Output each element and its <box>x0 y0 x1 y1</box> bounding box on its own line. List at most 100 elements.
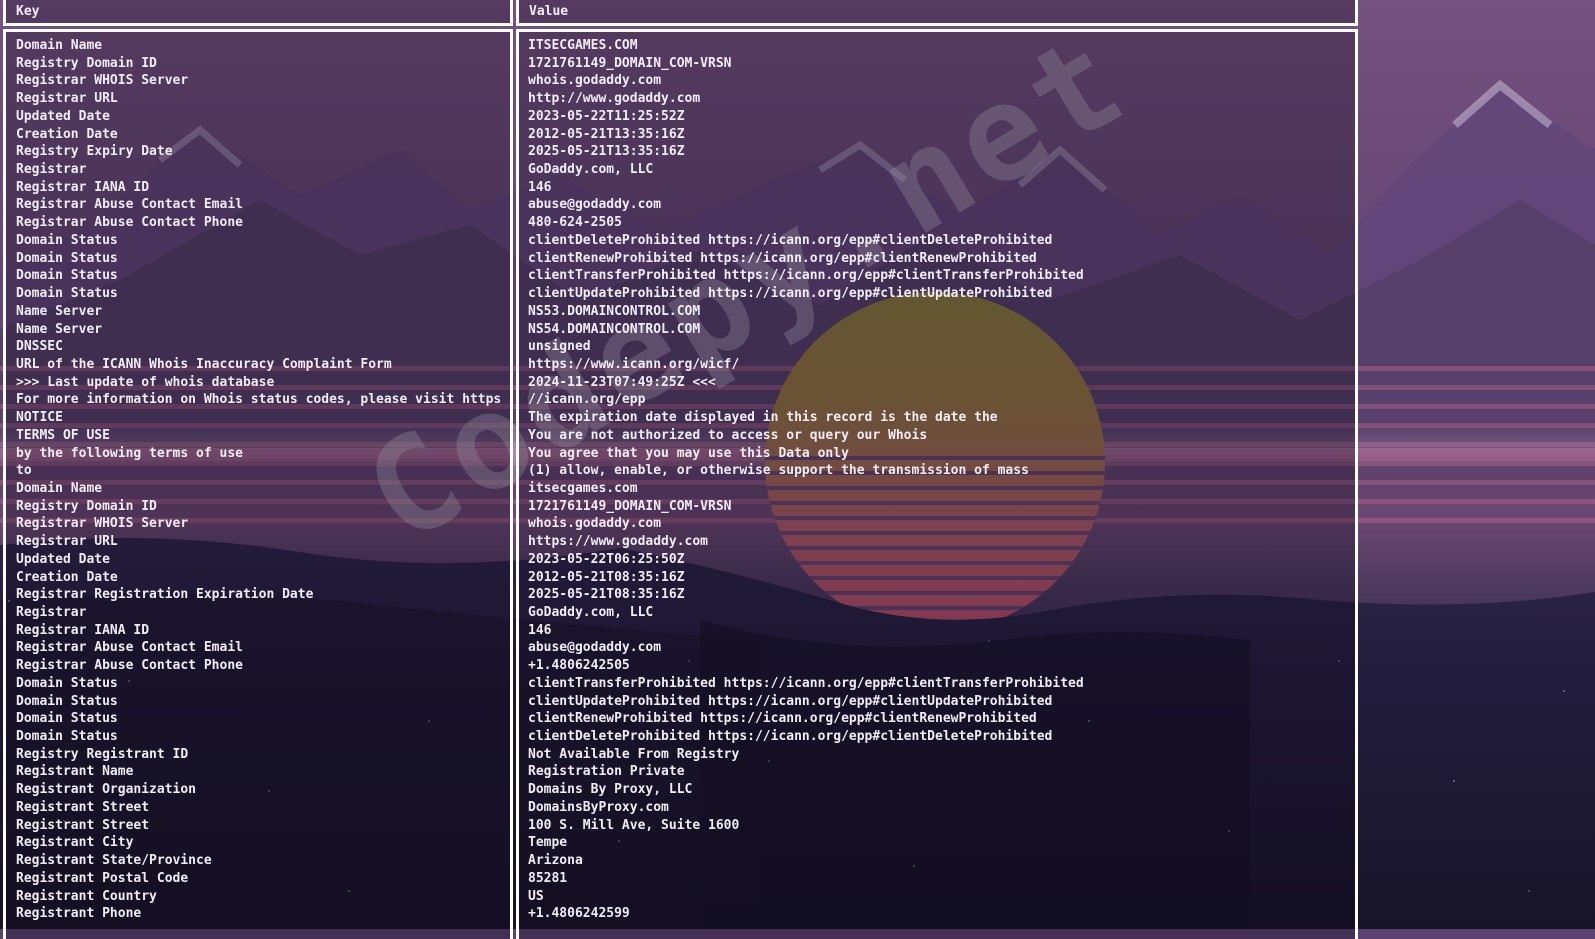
key-cell: For more information on Whois status cod… <box>16 392 502 408</box>
key-cell: URL of the ICANN Whois Inaccuracy Compla… <box>16 356 392 372</box>
key-cell: Registry Expiry Date <box>16 144 173 160</box>
value-cell: (1) allow, enable, or otherwise support … <box>528 463 1029 479</box>
value-cell: clientTransferProhibited https://icann.o… <box>528 268 1084 284</box>
key-cell: Domain Status <box>16 232 118 248</box>
key-cell: Registrant Phone <box>16 906 142 922</box>
value-cell: Arizona <box>528 853 583 869</box>
key-cell: Registrar Registration Expiration Date <box>16 587 314 603</box>
key-cell: by the following terms of use <box>16 445 243 461</box>
value-cell: 2012-05-21T08:35:16Z <box>528 569 685 585</box>
value-header-label: Value <box>529 4 569 19</box>
key-header-label: Key <box>16 4 40 19</box>
key-cell: Registry Registrant ID <box>16 746 189 762</box>
key-cell: Creation Date <box>16 569 118 585</box>
value-cell: Not Available From Registry <box>528 746 740 762</box>
key-cell: Domain Status <box>16 268 118 284</box>
value-cell: You agree that you may use this Data onl… <box>528 445 849 461</box>
value-cell: 2012-05-21T13:35:16Z <box>528 126 685 142</box>
value-cell: 2025-05-21T08:35:16Z <box>528 587 685 603</box>
value-cell: NS53.DOMAINCONTROL.COM <box>528 303 701 319</box>
key-cell: Creation Date <box>16 126 118 142</box>
key-cell: Registrar WHOIS Server <box>16 516 189 532</box>
value-cell: clientDeleteProhibited https://icann.org… <box>528 729 1053 745</box>
value-cell: //icann.org/epp <box>528 392 646 408</box>
value-cell: 146 <box>528 622 552 638</box>
key-cell: Registrar URL <box>16 534 118 550</box>
value-cell: 100 S. Mill Ave, Suite 1600 <box>528 817 740 833</box>
key-column-body: Domain Name Registry Domain ID Registrar W… <box>3 29 513 939</box>
value-cell: 2024-11-23T07:49:25Z <<< <box>528 374 716 390</box>
value-cell: https://www.icann.org/wicf/ <box>528 356 740 372</box>
key-cell: to <box>16 463 32 479</box>
key-cell: Domain Status <box>16 250 118 266</box>
key-cell: Domain Status <box>16 286 118 302</box>
key-cell: NOTICE <box>16 410 63 426</box>
value-column-body: ITSECGAMES.COM 1721761149_DOMAIN_COM-VRSN… <box>516 29 1358 939</box>
key-cell: Registrar IANA ID <box>16 179 150 195</box>
value-cell: 2025-05-21T13:35:16Z <box>528 144 685 160</box>
whois-table: Key Value Domain Name Registry Domain ID R… <box>0 0 1595 939</box>
key-cell: Registrar IANA ID <box>16 622 150 638</box>
value-cell: clientUpdateProhibited https://icann.org… <box>528 286 1053 302</box>
value-cell: clientDeleteProhibited https://icann.org… <box>528 232 1053 248</box>
key-cell: Domain Status <box>16 693 118 709</box>
value-cell: NS54.DOMAINCONTROL.COM <box>528 321 701 337</box>
value-cell: clientRenewProhibited https://icann.org/… <box>528 711 1037 727</box>
key-cell: Registrant City <box>16 835 134 851</box>
value-cell: Registration Private <box>528 764 685 780</box>
value-cell: ITSECGAMES.COM <box>528 38 638 53</box>
key-cell: Registrant State/Province <box>16 853 212 869</box>
key-cell: Registrant Street <box>16 799 150 815</box>
key-cell: Registrar Abuse Contact Email <box>16 640 243 656</box>
value-cell: 146 <box>528 179 552 195</box>
value-column-header: Value <box>516 0 1358 26</box>
value-cell: clientTransferProhibited https://icann.o… <box>528 675 1084 691</box>
value-cell: itsecgames.com <box>528 480 638 496</box>
key-cell: Domain Name <box>16 38 103 53</box>
value-cell: 2023-05-22T11:25:52Z <box>528 108 685 124</box>
key-cell: Registrant Street <box>16 817 150 833</box>
key-cell: Registrar <box>16 162 87 178</box>
value-cell: You are not authorized to access or quer… <box>528 427 928 443</box>
value-cell: whois.godaddy.com <box>528 516 662 532</box>
value-cell: Tempe <box>528 835 568 851</box>
value-cell: Domains By Proxy, LLC <box>528 782 693 798</box>
key-cell: >>> Last update of whois database <box>16 374 275 390</box>
value-cell: GoDaddy.com, LLC <box>528 162 654 178</box>
value-cell: http://www.godaddy.com <box>528 91 701 107</box>
key-cell: Updated Date <box>16 551 110 567</box>
value-cell: US <box>528 888 544 904</box>
value-cell: 85281 <box>528 870 568 886</box>
key-cell: Name Server <box>16 303 103 319</box>
key-cell: Registrar Abuse Contact Phone <box>16 658 243 674</box>
key-cell: Registrar URL <box>16 91 118 107</box>
key-cell: Registrant Country <box>16 888 157 904</box>
key-cell: DNSSEC <box>16 339 63 355</box>
key-cell: Updated Date <box>16 108 110 124</box>
value-cell: 2023-05-22T06:25:50Z <box>528 551 685 567</box>
value-cell: clientRenewProhibited https://icann.org/… <box>528 250 1037 266</box>
value-cell: https://www.godaddy.com <box>528 534 709 550</box>
value-cell: DomainsByProxy.com <box>528 799 669 815</box>
key-cell: Registrar <box>16 605 87 620</box>
key-cell: Registrar WHOIS Server <box>16 73 189 89</box>
value-cell: abuse@godaddy.com <box>528 197 662 213</box>
key-cell: Registrant Organization <box>16 782 197 798</box>
key-cell: Registrar Abuse Contact Phone <box>16 215 243 231</box>
value-cell: clientUpdateProhibited https://icann.org… <box>528 693 1053 709</box>
value-cell: 1721761149_DOMAIN_COM-VRSN <box>528 498 732 514</box>
value-cell: The expiration date displayed in this re… <box>528 410 998 426</box>
key-cell: Registry Domain ID <box>16 498 157 514</box>
value-cell: abuse@godaddy.com <box>528 640 662 656</box>
key-cell: Name Server <box>16 321 103 337</box>
key-cell: Registrar Abuse Contact Email <box>16 197 243 213</box>
value-cell: 480-624-2505 <box>528 215 622 231</box>
value-cell: +1.4806242599 <box>528 906 630 922</box>
key-cell: Registry Domain ID <box>16 55 157 71</box>
value-cell: GoDaddy.com, LLC <box>528 605 654 620</box>
key-cell: Registrant Postal Code <box>16 870 189 886</box>
key-cell: TERMS OF USE <box>16 427 110 443</box>
key-cells: Domain Name Registry Domain ID Registrar W… <box>6 32 510 923</box>
key-cell: Domain Status <box>16 729 118 745</box>
key-cell: Domain Name <box>16 480 103 496</box>
